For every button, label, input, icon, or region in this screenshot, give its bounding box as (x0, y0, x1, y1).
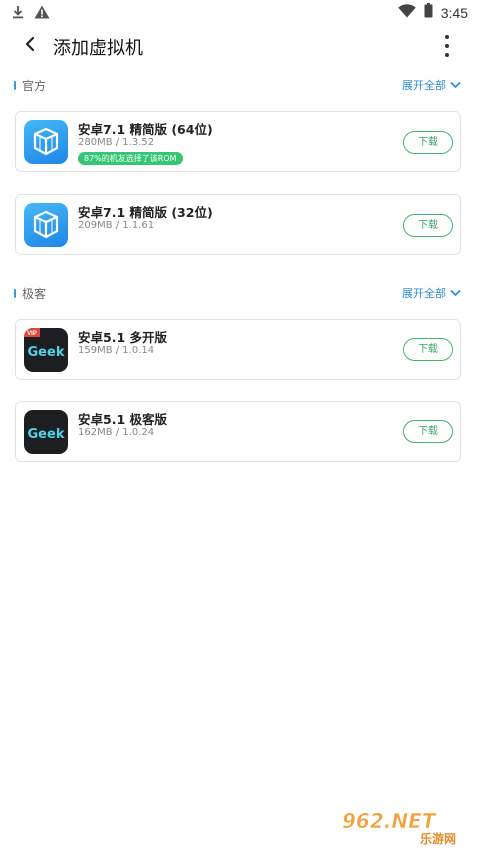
rom-card[interactable]: VIP Geek 安卓5.1 多开版 159MB / 1.0.14 下载 (15, 319, 461, 380)
section-title: 官方 (22, 79, 47, 93)
site-watermark-logo: 962.NET 乐游网 (340, 806, 472, 846)
more-options-button[interactable] (438, 32, 456, 60)
rom-name: 安卓7.1 精简版 (32位) (78, 205, 213, 220)
status-time: 3:45 (440, 4, 468, 21)
rom-name: 安卓5.1 多开版 (78, 330, 167, 345)
rom-card[interactable]: Geek 安卓5.1 极客版 162MB / 1.0.24 下载 (15, 401, 461, 462)
rom-size-version: 209MB / 1.1.61 (78, 220, 155, 231)
wifi-icon (398, 3, 416, 22)
svg-text:乐游网: 乐游网 (420, 831, 456, 846)
rom-card[interactable]: 安卓7.1 精简版 (64位) 280MB / 1.3.52 87%的机友选择了… (15, 111, 461, 172)
vmos-cube-icon (24, 203, 68, 247)
rom-name: 安卓7.1 精简版 (64位) (78, 122, 213, 137)
download-icon (12, 4, 24, 23)
recommend-badge: 87%的机友选择了该ROM (78, 152, 183, 165)
section-official-header: 官方 展开全部 (0, 76, 478, 96)
download-button[interactable]: 下载 (403, 420, 453, 443)
back-button[interactable] (18, 34, 42, 58)
rom-card[interactable]: 安卓7.1 精简版 (32位) 209MB / 1.1.61 下载 (15, 194, 461, 255)
section-geek-header: 极客 展开全部 (0, 284, 478, 304)
svg-text:VIP: VIP (27, 331, 37, 337)
svg-text:Geek: Geek (28, 345, 65, 360)
status-bar: 3:45 (0, 0, 478, 26)
geek-icon: Geek (24, 410, 68, 454)
warning-icon (34, 4, 50, 23)
download-button[interactable]: 下载 (403, 338, 453, 361)
section-title: 极客 (22, 287, 47, 301)
section-marker (14, 81, 16, 90)
back-arrow-icon (23, 36, 37, 56)
section-marker (14, 289, 16, 298)
rom-size-version: 159MB / 1.0.14 (78, 345, 155, 356)
rom-name: 安卓5.1 极客版 (78, 412, 167, 427)
expand-all-button[interactable]: 展开全部 (402, 77, 461, 93)
more-vertical-icon (445, 35, 449, 39)
title-bar: 添加虚拟机 (0, 26, 478, 66)
expand-all-button[interactable]: 展开全部 (402, 285, 461, 301)
download-button[interactable]: 下载 (403, 214, 453, 237)
battery-icon (424, 3, 433, 22)
chevron-down-icon (450, 287, 461, 300)
rom-size-version: 162MB / 1.0.24 (78, 427, 155, 438)
chevron-down-icon (450, 79, 461, 92)
svg-text:Geek: Geek (28, 427, 65, 442)
svg-text:962.NET: 962.NET (342, 809, 437, 833)
vmos-cube-icon (24, 120, 68, 164)
geek-vip-icon: VIP Geek (24, 328, 68, 372)
rom-size-version: 280MB / 1.3.52 (78, 137, 155, 148)
page-title: 添加虚拟机 (53, 38, 143, 59)
download-button[interactable]: 下载 (403, 131, 453, 154)
